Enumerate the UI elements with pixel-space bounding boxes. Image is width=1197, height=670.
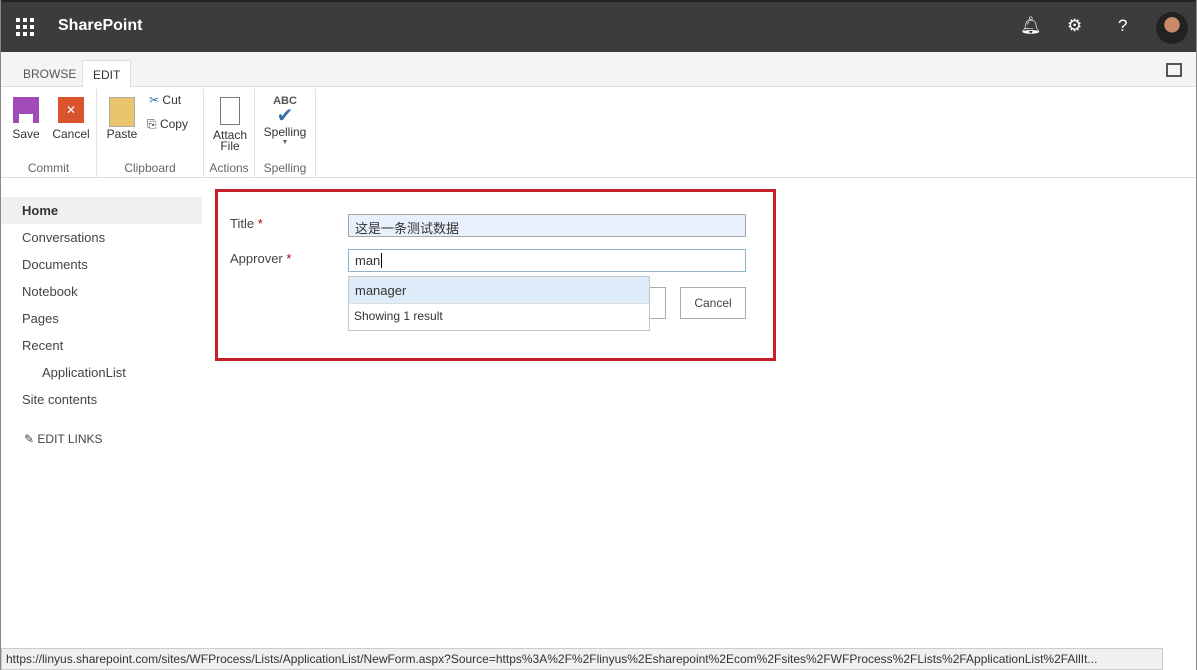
result-count: Showing 1 result xyxy=(354,309,443,323)
save-icon xyxy=(13,97,39,123)
scissors-icon: ✂ xyxy=(149,93,160,107)
checkmark-icon: ✔ xyxy=(276,105,294,127)
cut-button[interactable]: ✂ Cut xyxy=(149,93,181,107)
suite-bar: SharePoint 🔔︎ ⚙ ? xyxy=(1,0,1196,52)
status-bar-url: https://linyus.sharepoint.com/sites/WFPr… xyxy=(1,648,1163,670)
pencil-icon: ✎ xyxy=(24,432,35,446)
cancel-form-button[interactable]: Cancel xyxy=(680,287,746,319)
tab-browse[interactable]: BROWSE xyxy=(13,60,86,87)
spelling-group: ABC ✔ Spelling ▼ Spelling xyxy=(255,89,316,177)
title-input[interactable]: 这是一条测试数据 xyxy=(348,214,746,237)
tab-edit[interactable]: EDIT xyxy=(82,60,132,87)
nav-documents[interactable]: Documents xyxy=(1,251,202,278)
focus-mode-icon[interactable] xyxy=(1166,63,1182,77)
gear-icon[interactable]: ⚙ xyxy=(1067,16,1082,36)
avatar[interactable] xyxy=(1156,12,1188,44)
group-label: Commit xyxy=(27,161,70,175)
group-label: Spelling xyxy=(263,161,307,175)
cancel-icon: ✕ xyxy=(58,97,84,123)
ribbon-tabs: BROWSE EDIT xyxy=(1,52,1196,87)
nav-site-contents[interactable]: Site contents xyxy=(1,386,202,413)
attach-file-button[interactable]: Attach File xyxy=(210,97,250,152)
save-button[interactable]: Save xyxy=(11,97,41,141)
app-launcher-icon[interactable] xyxy=(16,18,34,36)
paperclip-icon xyxy=(220,97,240,125)
edit-links[interactable]: ✎ EDIT LINKS xyxy=(1,426,202,453)
clipboard-group: Paste ✂ Cut ⎘ Copy Clipboard xyxy=(97,89,204,177)
nav-notebook[interactable]: Notebook xyxy=(1,278,202,305)
copy-button[interactable]: ⎘ Copy xyxy=(147,117,188,132)
copy-icon: ⎘ xyxy=(147,117,157,131)
approver-label: Approver * xyxy=(230,251,292,266)
nav-home[interactable]: Home xyxy=(1,197,202,224)
nav-conversations[interactable]: Conversations xyxy=(1,224,202,251)
spelling-button[interactable]: ABC ✔ Spelling ▼ xyxy=(261,95,309,146)
approver-input[interactable]: man xyxy=(348,249,746,272)
left-nav: Home Conversations Documents Notebook Pa… xyxy=(1,197,202,453)
paste-icon xyxy=(109,97,135,127)
app-title[interactable]: SharePoint xyxy=(58,17,142,35)
actions-group: Attach File Actions xyxy=(204,89,255,177)
cancel-button[interactable]: ✕ Cancel xyxy=(51,97,91,141)
nav-applicationlist[interactable]: ApplicationList xyxy=(1,359,202,386)
ribbon: Save ✕ Cancel Commit Paste ✂ Cut ⎘ Copy … xyxy=(1,87,1196,178)
nav-recent[interactable]: Recent xyxy=(1,332,202,359)
nav-pages[interactable]: Pages xyxy=(1,305,202,332)
group-label: Actions xyxy=(209,161,249,175)
title-label: Title * xyxy=(230,216,263,231)
suggestion-item[interactable]: manager xyxy=(349,277,649,304)
help-icon[interactable]: ? xyxy=(1118,16,1127,36)
chevron-down-icon: ▼ xyxy=(281,139,289,146)
people-picker-dropdown: manager Showing 1 result xyxy=(348,276,650,331)
commit-group: Save ✕ Cancel Commit xyxy=(1,89,97,177)
bell-icon[interactable]: 🔔︎ xyxy=(1020,16,1042,36)
group-label: Clipboard xyxy=(124,161,176,175)
paste-button[interactable]: Paste xyxy=(105,97,139,141)
